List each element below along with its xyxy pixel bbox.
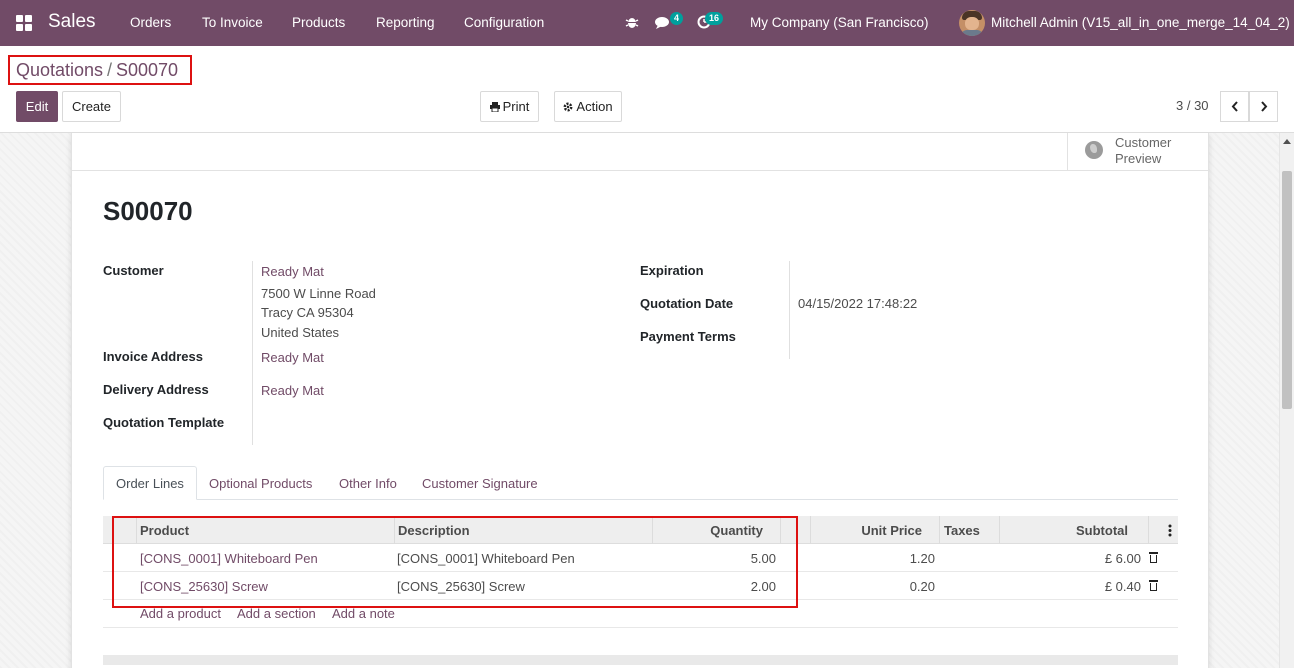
company-switcher[interactable]: My Company (San Francisco) xyxy=(750,15,929,30)
globe-icon xyxy=(1085,141,1103,159)
column-options-icon[interactable] xyxy=(1168,524,1172,537)
breadcrumb-quotations-link[interactable]: Quotations xyxy=(16,60,103,81)
menu-reporting[interactable]: Reporting xyxy=(376,15,435,30)
tab-other-info[interactable]: Other Info xyxy=(327,466,409,500)
quotation-template-label: Quotation Template xyxy=(103,415,225,430)
scroll-up-icon[interactable] xyxy=(1283,139,1291,144)
menu-configuration[interactable]: Configuration xyxy=(464,15,544,30)
user-avatar[interactable] xyxy=(959,10,985,36)
tab-customer-signature[interactable]: Customer Signature xyxy=(410,466,550,500)
row-subtotal: £ 6.00 xyxy=(1104,551,1141,566)
left-group-separator xyxy=(252,261,253,445)
customer-preview-line2: Preview xyxy=(1115,151,1162,166)
delete-row-icon[interactable] xyxy=(1149,580,1158,591)
highlight-box xyxy=(112,516,798,608)
record-title: S00070 xyxy=(103,196,193,226)
chevron-left-icon xyxy=(1231,101,1238,112)
section-divider xyxy=(103,655,1178,665)
activities-badge: 16 xyxy=(705,12,724,25)
customer-address-street: 7500 W Linne Road xyxy=(261,286,376,301)
payment-terms-label: Payment Terms xyxy=(640,329,736,344)
gear-icon xyxy=(563,102,573,111)
customer-preview-button[interactable]: Customer Preview xyxy=(1067,133,1208,171)
breadcrumb: Quotations / S00070 xyxy=(8,55,192,85)
app-brand[interactable]: Sales xyxy=(48,11,96,33)
invoice-address-label: Invoice Address xyxy=(103,349,203,364)
breadcrumb-separator: / xyxy=(107,60,113,80)
quotation-date-label: Quotation Date xyxy=(640,296,734,311)
row-subtotal: £ 0.40 xyxy=(1104,579,1141,594)
chevron-right-icon xyxy=(1260,101,1267,112)
right-group-separator xyxy=(789,261,790,359)
quotation-date-value[interactable]: 04/15/2022 17:48:22 xyxy=(798,296,917,311)
expiration-label: Expiration xyxy=(640,263,704,278)
header-unit-price[interactable]: Unit Price xyxy=(815,523,922,538)
header-subtotal[interactable]: Subtotal xyxy=(1004,523,1128,538)
top-navbar: Sales Orders To Invoice Products Reporti… xyxy=(0,0,1294,46)
add-product-link[interactable]: Add a product xyxy=(140,606,221,621)
delete-row-icon[interactable] xyxy=(1149,552,1158,563)
customer-address-city: Tracy CA 95304 xyxy=(261,305,354,320)
notebook-tabs: Order Lines Optional Products Other Info… xyxy=(103,466,1178,500)
pager-previous-button[interactable] xyxy=(1220,91,1249,122)
row-unit-price[interactable]: 1.20 xyxy=(815,551,935,566)
delivery-address-link[interactable]: Ready Mat xyxy=(261,383,324,398)
breadcrumb-current: S00070 xyxy=(116,60,179,80)
bug-icon[interactable] xyxy=(625,15,639,29)
scrollbar-thumb[interactable] xyxy=(1282,171,1292,409)
print-icon xyxy=(489,101,500,112)
pager-value[interactable]: 3 / 30 xyxy=(1176,98,1209,113)
menu-to-invoice[interactable]: To Invoice xyxy=(202,15,263,30)
customer-link[interactable]: Ready Mat xyxy=(261,264,324,279)
print-button[interactable]: Print xyxy=(480,91,539,122)
add-section-link[interactable]: Add a section xyxy=(237,606,316,621)
form-view-area: Customer Preview S00070 Customer Ready M… xyxy=(0,132,1294,668)
messages-badge: 4 xyxy=(670,12,684,25)
tab-optional-products[interactable]: Optional Products xyxy=(197,466,324,500)
header-taxes[interactable]: Taxes xyxy=(944,523,980,538)
form-sheet: Customer Preview S00070 Customer Ready M… xyxy=(71,133,1209,668)
vertical-scrollbar[interactable] xyxy=(1279,133,1294,668)
customer-address-country: United States xyxy=(261,325,340,340)
add-note-link[interactable]: Add a note xyxy=(332,606,395,621)
customer-preview-line1: Customer xyxy=(1115,135,1172,150)
edit-button[interactable]: Edit xyxy=(16,91,58,122)
button-box: Customer Preview xyxy=(72,133,1208,171)
customer-label: Customer xyxy=(103,263,164,278)
create-button[interactable]: Create xyxy=(62,91,121,122)
apps-menu-icon[interactable] xyxy=(16,15,32,31)
user-menu[interactable]: Mitchell Admin (V15_all_in_one_merge_14_… xyxy=(991,15,1290,30)
menu-orders[interactable]: Orders xyxy=(130,15,171,30)
delivery-address-label: Delivery Address xyxy=(103,382,209,397)
row-unit-price[interactable]: 0.20 xyxy=(815,579,935,594)
action-button[interactable]: Action xyxy=(554,91,622,122)
tab-order-lines[interactable]: Order Lines xyxy=(103,466,197,500)
menu-products[interactable]: Products xyxy=(292,15,345,30)
action-label: Action xyxy=(576,99,613,114)
print-label: Print xyxy=(502,99,530,114)
pager-next-button[interactable] xyxy=(1249,91,1278,122)
invoice-address-link[interactable]: Ready Mat xyxy=(261,350,324,365)
